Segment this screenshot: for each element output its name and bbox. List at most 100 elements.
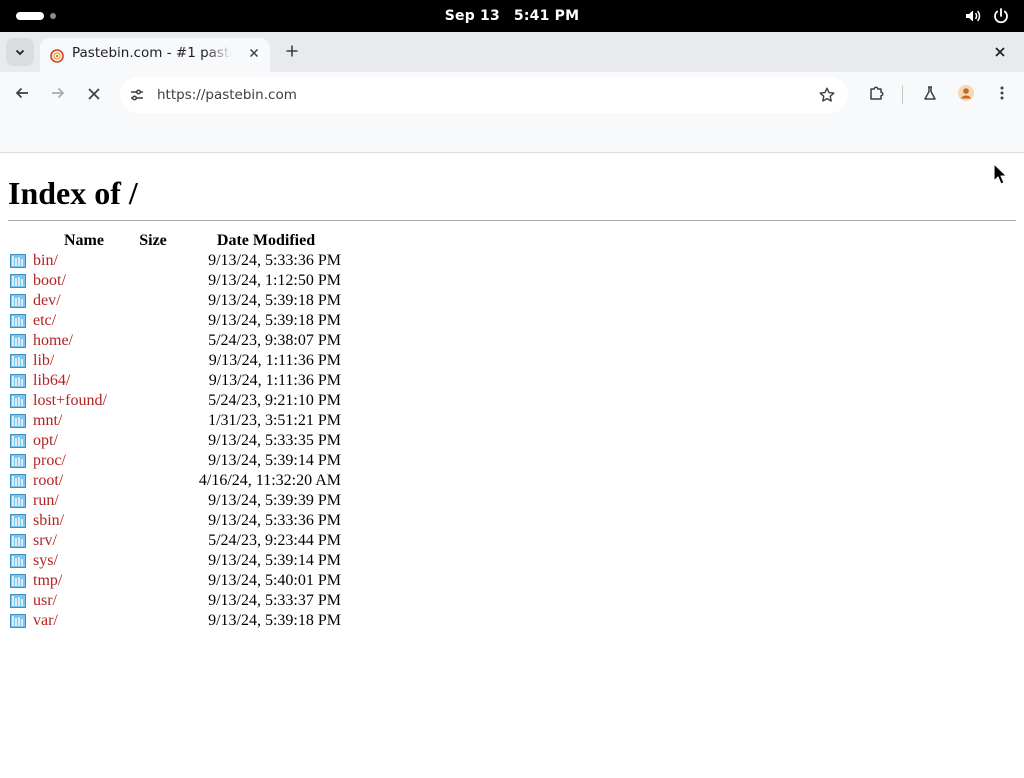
tab-close-icon[interactable]	[246, 45, 262, 61]
folder-icon-cell	[8, 431, 32, 451]
name-cell: dev/	[32, 291, 135, 311]
directory-link[interactable]: srv/	[33, 532, 57, 549]
volume-icon[interactable]	[964, 7, 982, 25]
menu-button[interactable]	[990, 83, 1014, 107]
folder-icon-cell	[8, 351, 32, 371]
folder-icon	[10, 413, 26, 429]
size-cell	[135, 591, 171, 611]
directory-rows: bin/9/13/24, 5:33:36 PM boot/9/13/24, 1:1…	[8, 251, 341, 631]
size-cell	[135, 251, 171, 271]
size-cell	[135, 411, 171, 431]
folder-icon-cell	[8, 591, 32, 611]
table-row: srv/5/24/23, 9:23:44 PM	[8, 531, 341, 551]
date-modified-cell: 9/13/24, 5:39:39 PM	[208, 492, 341, 509]
table-row: sbin/9/13/24, 5:33:36 PM	[8, 511, 341, 531]
directory-link[interactable]: lib/	[33, 352, 54, 369]
folder-icon	[10, 473, 26, 489]
date-modified-cell: 9/13/24, 5:33:37 PM	[208, 592, 341, 609]
directory-link[interactable]: etc/	[33, 312, 56, 329]
folder-icon	[10, 513, 26, 529]
table-row: home/5/24/23, 9:38:07 PM	[8, 331, 341, 351]
column-header-date[interactable]: Date Modified	[171, 231, 341, 251]
folder-icon	[10, 273, 26, 289]
flask-icon	[922, 85, 938, 105]
directory-link[interactable]: var/	[33, 612, 58, 629]
directory-link[interactable]: proc/	[33, 452, 66, 469]
name-cell: run/	[32, 491, 135, 511]
folder-icon-cell	[8, 411, 32, 431]
extensions-button[interactable]	[865, 83, 889, 107]
folder-icon	[10, 493, 26, 509]
date-modified-cell: 4/16/24, 11:32:20 AM	[198, 472, 341, 489]
browser-tab-active[interactable]: Pastebin.com - #1 paste tool since 2002!	[40, 38, 270, 72]
labs-button[interactable]	[918, 83, 942, 107]
directory-link[interactable]: mnt/	[33, 412, 62, 429]
name-cell: var/	[32, 611, 135, 631]
name-cell: etc/	[32, 311, 135, 331]
header-divider	[8, 220, 1016, 221]
back-button[interactable]	[10, 83, 34, 107]
table-row: bin/9/13/24, 5:33:36 PM	[8, 251, 341, 271]
name-cell: proc/	[32, 451, 135, 471]
name-cell: home/	[32, 331, 135, 351]
size-cell	[135, 511, 171, 531]
folder-icon-cell	[8, 491, 32, 511]
directory-link[interactable]: tmp/	[33, 572, 62, 589]
tab-strip: Pastebin.com - #1 paste tool since 2002!	[0, 32, 1024, 72]
folder-icon-cell	[8, 271, 32, 291]
chevron-down-icon	[14, 43, 26, 62]
tab-search-button[interactable]	[6, 38, 34, 66]
table-row: sys/9/13/24, 5:39:14 PM	[8, 551, 341, 571]
directory-link[interactable]: sbin/	[33, 512, 64, 529]
directory-link[interactable]: boot/	[33, 272, 66, 289]
directory-link[interactable]: opt/	[33, 432, 58, 449]
url-text[interactable]: https://pastebin.com	[157, 77, 297, 113]
size-cell	[135, 351, 171, 371]
date-modified-cell: 9/13/24, 1:12:50 PM	[208, 272, 341, 289]
column-header-name[interactable]: Name	[32, 231, 135, 251]
system-tray[interactable]	[964, 6, 1010, 26]
column-header-size[interactable]: Size	[135, 231, 171, 251]
clock-time: 5:41 PM	[513, 8, 580, 24]
profile-button[interactable]	[954, 83, 978, 107]
new-tab-button[interactable]	[282, 42, 302, 62]
directory-link[interactable]: sys/	[33, 552, 58, 569]
plus-icon	[285, 43, 299, 62]
close-icon	[87, 86, 101, 105]
directory-link[interactable]: home/	[33, 332, 73, 349]
size-cell	[135, 491, 171, 511]
directory-link[interactable]: lib64/	[33, 372, 70, 389]
folder-icon	[10, 433, 26, 449]
directory-table: Name Size Date Modified bin/9/13/24, 5:3…	[8, 231, 341, 631]
address-bar[interactable]: https://pastebin.com	[120, 77, 848, 113]
table-row: root/4/16/24, 11:32:20 AM	[8, 471, 341, 491]
directory-link[interactable]: run/	[33, 492, 59, 509]
directory-link[interactable]: lost+found/	[33, 392, 107, 409]
folder-icon	[10, 353, 26, 369]
stop-loading-button[interactable]	[82, 83, 106, 107]
folder-icon	[10, 573, 26, 589]
forward-button[interactable]	[46, 83, 70, 107]
arrow-left-icon	[14, 85, 30, 105]
size-cell	[135, 311, 171, 331]
pastebin-favicon-icon	[50, 48, 64, 63]
size-cell	[135, 451, 171, 471]
window-close-button[interactable]	[992, 44, 1008, 60]
size-cell	[135, 471, 171, 491]
folder-icon-cell	[8, 471, 32, 491]
directory-link[interactable]: bin/	[33, 252, 58, 269]
toolbar-separator	[902, 86, 903, 104]
directory-link[interactable]: root/	[33, 472, 63, 489]
directory-link[interactable]: usr/	[33, 592, 57, 609]
folder-icon	[10, 553, 26, 569]
size-cell	[135, 271, 171, 291]
bookmark-star-icon[interactable]	[818, 86, 836, 104]
clock[interactable]: Sep 13 5:41 PM	[0, 0, 1024, 32]
power-icon[interactable]	[992, 7, 1010, 25]
folder-icon	[10, 333, 26, 349]
toolbar-band	[0, 118, 1024, 153]
directory-link[interactable]: dev/	[33, 292, 61, 309]
site-settings-icon[interactable]	[128, 86, 146, 104]
name-cell: lost+found/	[32, 391, 135, 411]
folder-icon-cell	[8, 371, 32, 391]
